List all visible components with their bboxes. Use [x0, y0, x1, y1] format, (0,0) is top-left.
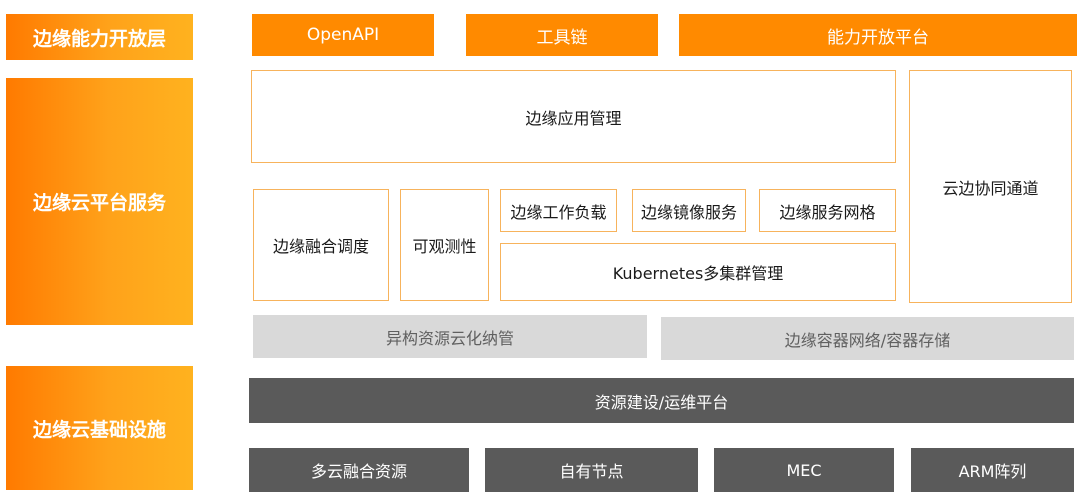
layer-label-platform: 边缘云平台服务	[6, 78, 193, 325]
observability-box: 可观测性	[400, 189, 489, 301]
edge-app-management-box: 边缘应用管理	[251, 70, 896, 163]
layer-label-infra: 边缘云基础设施	[6, 366, 193, 490]
edge-fusion-scheduling-box: 边缘融合调度	[253, 189, 389, 301]
edge-workload-box: 边缘工作负载	[500, 189, 617, 232]
mec-box: MEC	[714, 448, 894, 492]
own-nodes-box: 自有节点	[485, 448, 698, 492]
edge-service-mesh-box: 边缘服务网格	[759, 189, 896, 232]
ops-platform-box: 资源建设/运维平台	[249, 378, 1074, 423]
edge-image-service-box: 边缘镜像服务	[632, 189, 746, 232]
toolchain-box: 工具链	[466, 14, 658, 56]
kubernetes-multicluster-box: Kubernetes多集群管理	[500, 243, 896, 301]
openapi-box: OpenAPI	[252, 14, 434, 56]
capability-platform-box: 能力开放平台	[679, 14, 1077, 56]
heterogeneous-resource-box: 异构资源云化纳管	[253, 315, 647, 358]
arm-array-box: ARM阵列	[911, 448, 1074, 492]
edge-network-storage-box: 边缘容器网络/容器存储	[661, 317, 1074, 360]
layer-label-open: 边缘能力开放层	[6, 14, 193, 60]
multicloud-resource-box: 多云融合资源	[249, 448, 469, 492]
cloud-edge-channel-box: 云边协同通道	[909, 70, 1072, 303]
